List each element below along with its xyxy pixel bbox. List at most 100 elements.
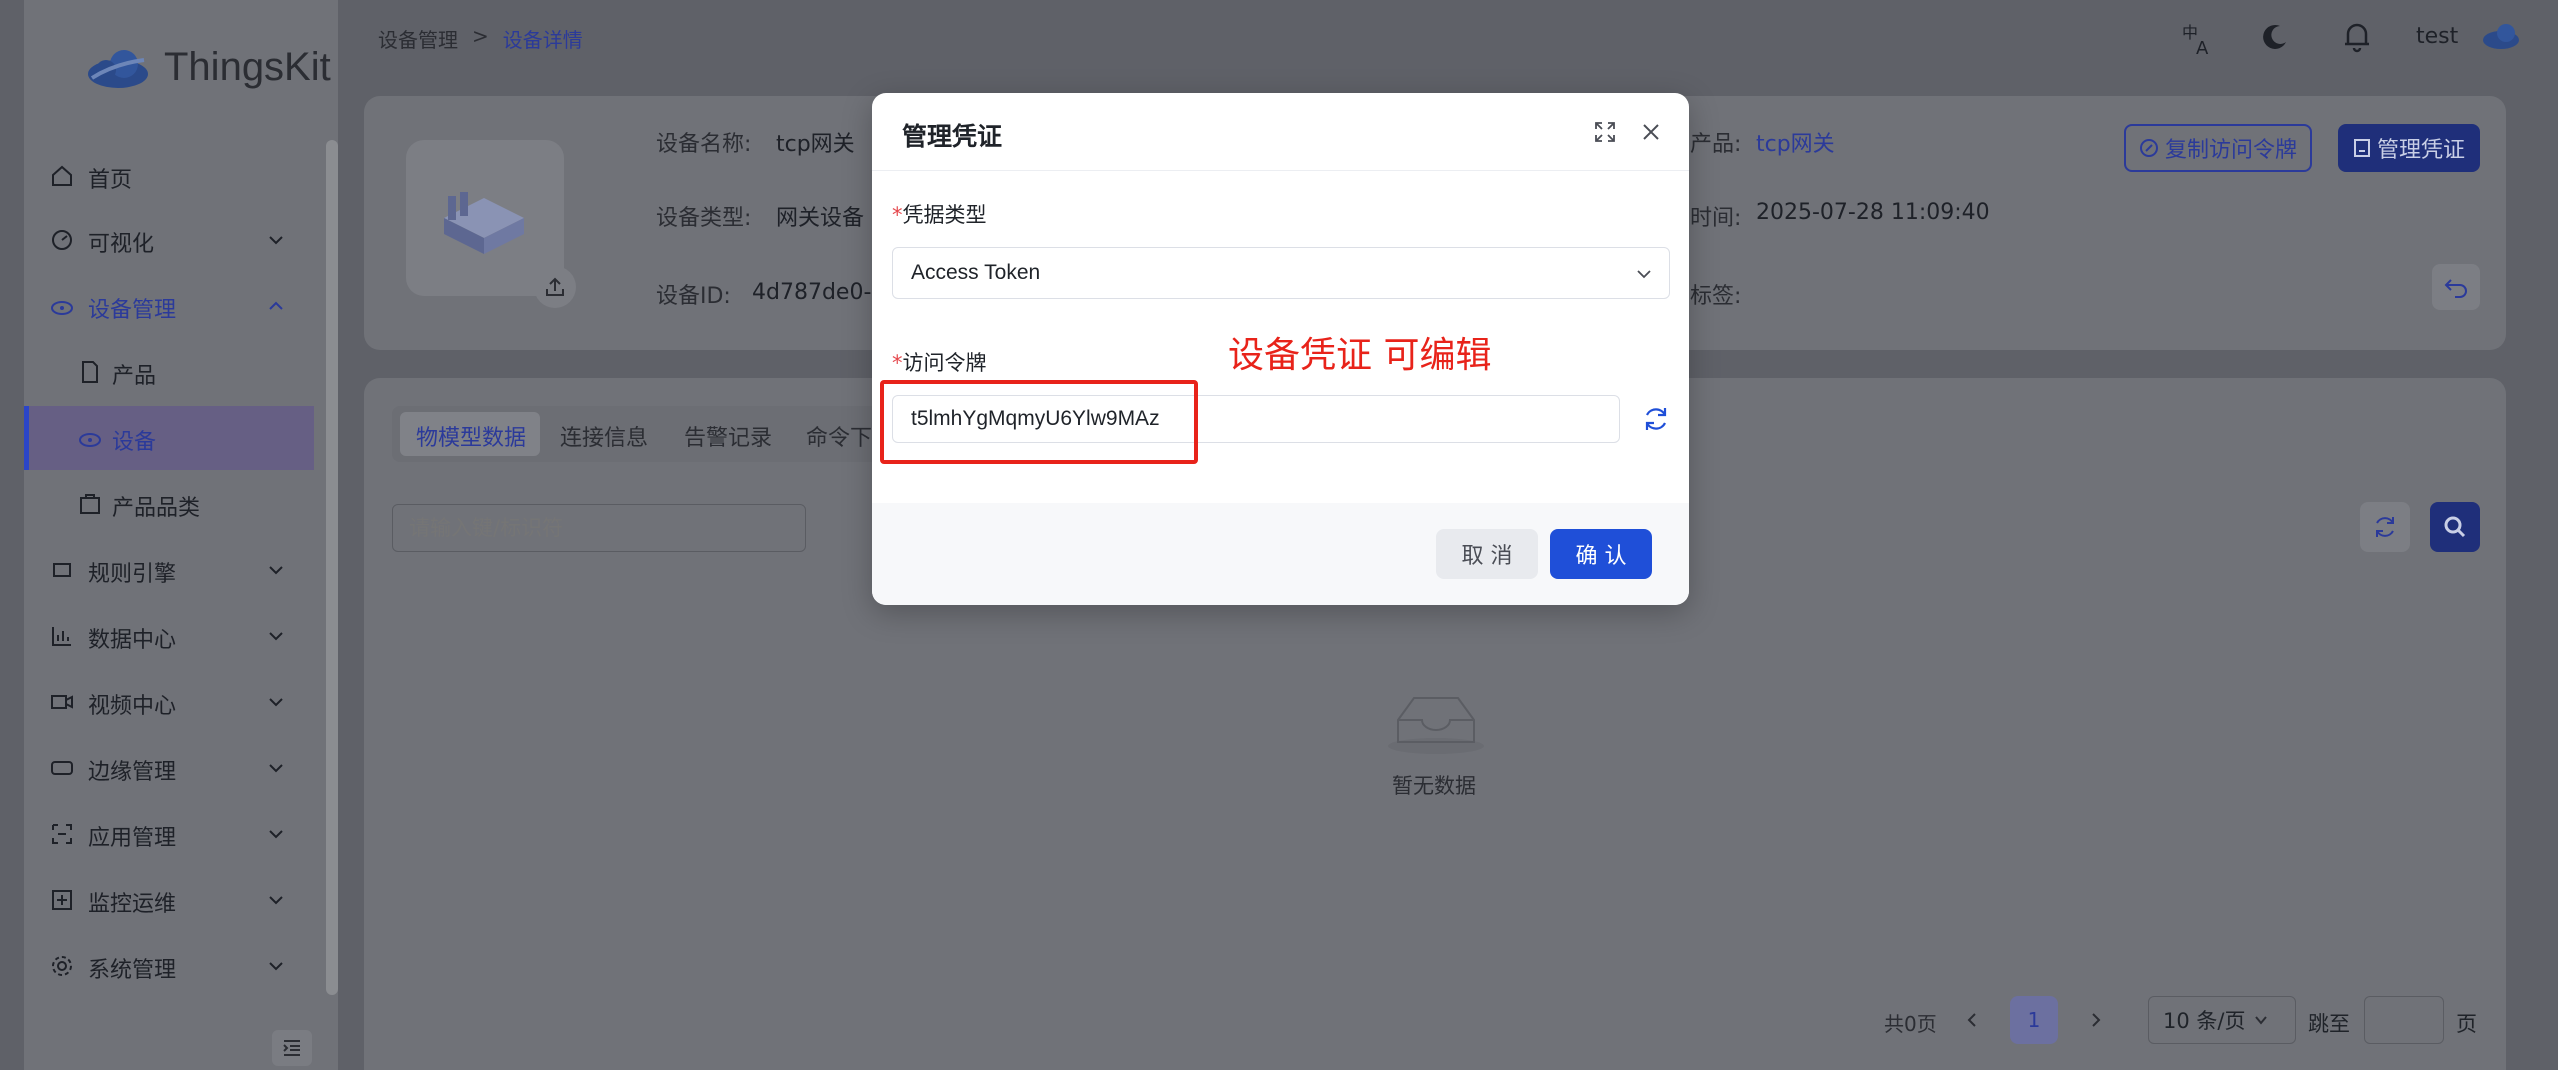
- sidebar-scrollbar[interactable]: [326, 140, 338, 995]
- sidebar-item-label: 规则引擎: [88, 562, 177, 587]
- credential-type-label: 凭据类型: [902, 203, 987, 227]
- sidebar-item-label: 系统管理: [88, 958, 177, 983]
- sidebar-item-label: 监控运维: [88, 892, 177, 917]
- chevron-down-icon: [269, 236, 283, 245]
- credential-type-select[interactable]: Access Token: [892, 247, 1670, 299]
- sidebar-item-label: 应用管理: [88, 826, 177, 851]
- device-cloud-icon: [51, 301, 73, 315]
- page-1-button[interactable]: 1: [2010, 996, 2058, 1044]
- modal-title: 管理凭证: [902, 122, 1003, 151]
- search-button[interactable]: [2430, 502, 2480, 552]
- edge-icon: [51, 761, 73, 775]
- chevron-down-icon: [269, 830, 283, 839]
- cancel-label: 取 消: [1461, 544, 1513, 569]
- rule-icon: [53, 563, 71, 577]
- sidebar-item-device[interactable]: 设备: [24, 406, 314, 470]
- moon-icon[interactable]: [2260, 22, 2290, 52]
- gateway-device-icon: [444, 192, 524, 254]
- annotation-text: 设备凭证 可编辑: [1228, 335, 1492, 376]
- tab-connection[interactable]: 连接信息: [560, 420, 648, 452]
- app-logo[interactable]: ThingsKit: [84, 44, 331, 90]
- sidebar-item-apps[interactable]: 应用管理: [24, 802, 314, 866]
- sidebar-item-label: 设备: [112, 430, 157, 455]
- close-icon[interactable]: [1640, 121, 1662, 143]
- search-icon: [2444, 516, 2466, 538]
- pagination-total: 共0页: [1884, 1012, 1937, 1036]
- tab-commands[interactable]: 命令下: [806, 420, 872, 452]
- avatar[interactable]: [2480, 20, 2522, 52]
- confirm-label: 确 认: [1575, 544, 1627, 569]
- jump-page-input[interactable]: [2364, 996, 2444, 1044]
- sidebar-item-product[interactable]: 产品: [24, 340, 314, 404]
- sidebar-item-video-center[interactable]: 视频中心: [24, 670, 314, 734]
- return-icon: [2444, 279, 2467, 298]
- collapse-sidebar-button[interactable]: [272, 1030, 312, 1066]
- empty-text: 暂无数据: [1392, 774, 1476, 798]
- page-number: 1: [2027, 1008, 2041, 1032]
- next-page-icon[interactable]: [2086, 1010, 2106, 1030]
- app-icon: [52, 824, 72, 844]
- copy-token-label: 复制访问令牌: [2164, 138, 2297, 163]
- confirm-button[interactable]: 确 认: [1550, 529, 1652, 579]
- sidebar-item-home[interactable]: 首页: [24, 144, 314, 208]
- tab-alarms[interactable]: 告警记录: [684, 420, 772, 452]
- regenerate-token-icon[interactable]: [1642, 405, 1670, 433]
- video-icon: [51, 695, 73, 709]
- device-id-value: 4d787de0-6: [752, 280, 886, 305]
- chevron-down-icon: [269, 896, 283, 905]
- cloud-logo-icon: [88, 50, 148, 88]
- sidebar-item-monitor[interactable]: 监控运维: [24, 868, 314, 932]
- modal-header: 管理凭证: [872, 93, 1689, 171]
- device-cloud-icon: [79, 433, 101, 447]
- page-size-select[interactable]: 10 条/页: [2148, 996, 2296, 1044]
- required-mark: *: [892, 203, 903, 227]
- sidebar-item-label: 设备管理: [88, 298, 177, 323]
- copy-token-button[interactable]: 复制访问令牌: [2124, 124, 2312, 172]
- refresh-list-button[interactable]: [2360, 502, 2410, 552]
- device-type-label: 设备类型:: [656, 206, 752, 231]
- tag-label: 标签:: [1690, 284, 1742, 309]
- prev-page-icon[interactable]: [1962, 1010, 1982, 1030]
- breadcrumb-current: 设备详情: [502, 28, 583, 52]
- device-name-label: 设备名称:: [656, 132, 752, 157]
- sidebar-item-rule-engine[interactable]: 规则引擎: [24, 538, 314, 602]
- time-label: 时间:: [1690, 206, 1742, 231]
- sidebar-item-category[interactable]: 产品品类: [24, 472, 314, 536]
- access-token-label: 访问令牌: [902, 351, 987, 375]
- chevron-up-icon: [269, 301, 283, 310]
- required-mark: *: [892, 351, 903, 375]
- chevron-down-icon: [269, 962, 283, 971]
- page-suffix: 页: [2456, 1012, 2477, 1036]
- active-indicator: [24, 406, 29, 470]
- fullscreen-icon[interactable]: [1594, 121, 1616, 143]
- breadcrumb-parent[interactable]: 设备管理: [378, 24, 458, 53]
- chevron-down-icon: [269, 632, 283, 641]
- sidebar-item-edge[interactable]: 边缘管理: [24, 736, 314, 800]
- bell-icon[interactable]: [2342, 20, 2372, 54]
- product-link[interactable]: tcp网关: [1756, 126, 1835, 158]
- sidebar-item-device-management[interactable]: 设备管理: [24, 274, 314, 338]
- tab-thing-model[interactable]: 物模型数据: [416, 420, 526, 452]
- device-name-value: tcp网关: [776, 132, 855, 157]
- upload-image-button[interactable]: [534, 266, 576, 308]
- sidebar-item-label: 视频中心: [88, 694, 177, 719]
- chart-icon: [52, 627, 71, 646]
- modal-footer: 取 消 确 认: [872, 503, 1689, 605]
- copy-icon: [2139, 139, 2158, 157]
- monitor-icon: [52, 890, 72, 910]
- username[interactable]: test: [2416, 24, 2458, 49]
- search-input[interactable]: [392, 504, 806, 552]
- sidebar-item-data-center[interactable]: 数据中心: [24, 604, 314, 668]
- sidebar-item-system[interactable]: 系统管理: [24, 934, 314, 998]
- cancel-button[interactable]: 取 消: [1436, 529, 1538, 579]
- sidebar-item-visualization[interactable]: 可视化: [24, 208, 314, 272]
- credential-icon: [2353, 139, 2370, 157]
- back-button[interactable]: [2432, 264, 2480, 310]
- jump-label: 跳至: [2308, 1012, 2350, 1036]
- manage-credential-button[interactable]: 管理凭证: [2338, 124, 2480, 172]
- category-icon: [80, 494, 100, 514]
- svg-text:A: A: [2196, 38, 2209, 56]
- product-label: 产品:: [1690, 132, 1742, 157]
- sidebar-item-label: 数据中心: [88, 628, 177, 653]
- translate-icon[interactable]: 中A: [2180, 22, 2214, 56]
